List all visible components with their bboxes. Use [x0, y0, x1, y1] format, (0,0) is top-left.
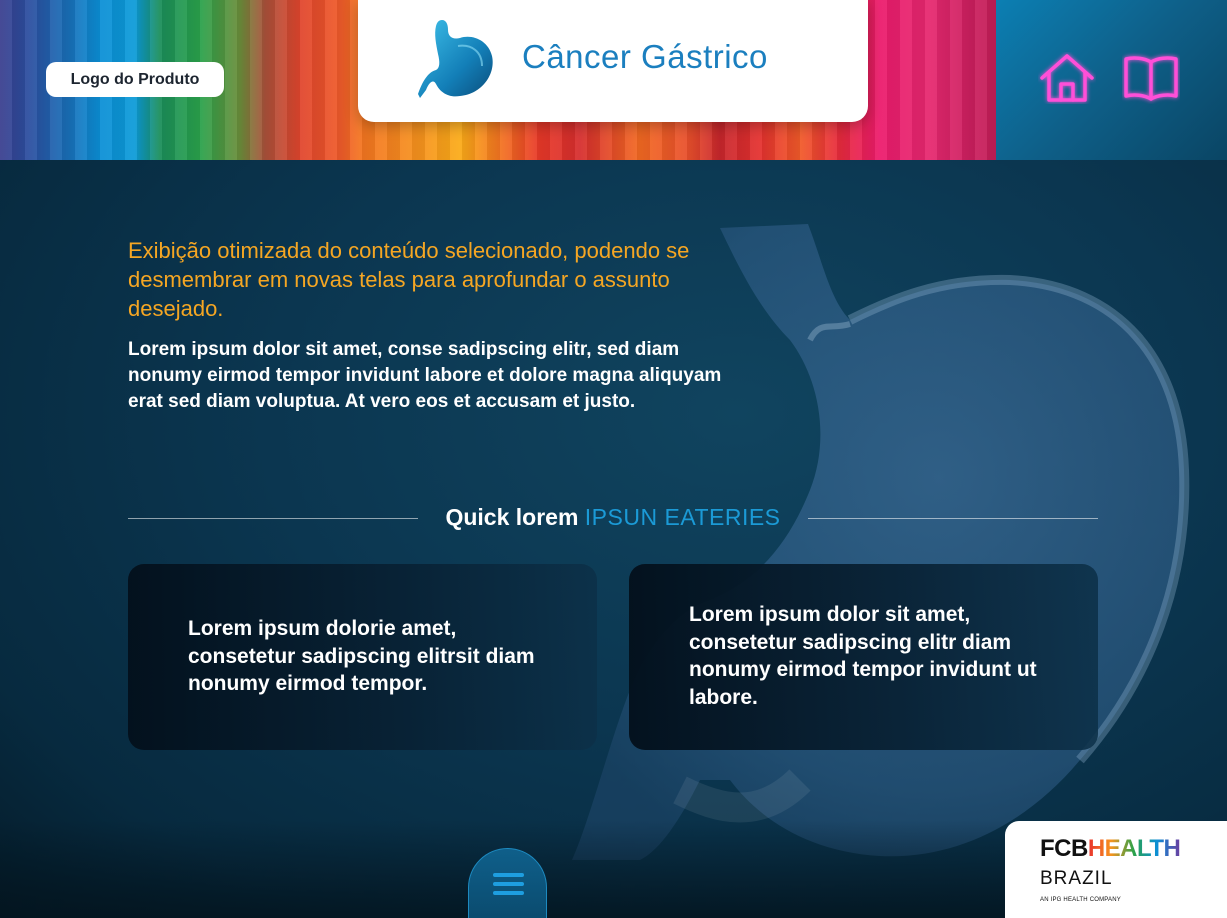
section-divider-left	[128, 518, 418, 519]
brand-wordmark: FCBHEALTH	[1040, 835, 1181, 863]
section-title: Quick lorem IPSUN EATERIES	[418, 504, 808, 531]
quick-card-2[interactable]: Lorem ipsum dolor sit amet, consetetur s…	[629, 564, 1098, 750]
quick-card-text: Lorem ipsum dolor sit amet, consetetur s…	[689, 603, 1037, 709]
section-divider-right	[808, 518, 1098, 519]
quick-card-1[interactable]: Lorem ipsum dolorie amet, consetetur sad…	[128, 564, 597, 750]
home-icon[interactable]	[1038, 52, 1096, 104]
quick-card-text: Lorem ipsum dolorie amet, consetetur sad…	[188, 617, 535, 695]
header-nav-area	[996, 0, 1227, 160]
stomach-icon	[418, 20, 493, 98]
page-title: Câncer Gástrico	[522, 38, 768, 75]
menu-icon	[493, 873, 524, 877]
brand-logo: FCBHEALTH BRAZIL AN IPG HEALTH COMPANY	[1005, 821, 1227, 918]
brand-health: HEALTH	[1087, 835, 1181, 862]
menu-button[interactable]	[468, 848, 547, 918]
section-title-highlight: IPSUN EATERIES	[584, 504, 781, 530]
intro-text: Exibição otimizada do conteúdo seleciona…	[128, 238, 690, 321]
brand-fcb: FCB	[1040, 835, 1088, 862]
menu-icon	[493, 891, 524, 895]
brand-tagline: AN IPG HEALTH COMPANY	[1040, 897, 1121, 903]
title-card: Câncer Gástrico	[358, 0, 868, 122]
body-paragraph: Lorem ipsum dolor sit amet, conse sadips…	[128, 339, 722, 412]
menu-icon	[493, 882, 524, 886]
book-icon[interactable]	[1122, 52, 1180, 104]
brand-country: BRAZIL	[1040, 868, 1113, 889]
product-logo-placeholder[interactable]: Logo do Produto	[46, 62, 224, 97]
section-title-primary: Quick lorem	[445, 504, 579, 530]
